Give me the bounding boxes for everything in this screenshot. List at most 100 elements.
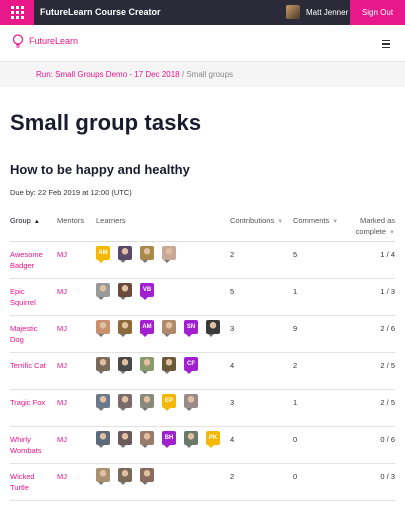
marked-complete-count: 0 / 6	[380, 435, 395, 444]
learner-avatar[interactable]	[184, 394, 198, 411]
logo[interactable]: FutureLearn	[12, 34, 78, 48]
learner-initials-avatar[interactable]: EP	[162, 394, 176, 411]
learner-avatar[interactable]	[140, 357, 154, 374]
learner-avatar[interactable]	[162, 320, 176, 337]
learner-avatar[interactable]	[118, 246, 132, 263]
learner-avatar[interactable]	[118, 431, 132, 448]
group-name-line: Whirly	[10, 435, 31, 444]
group-link[interactable]: Epic Squirrel	[10, 286, 54, 308]
learner-avatar[interactable]	[118, 468, 132, 485]
mentor-initials[interactable]: MJ	[57, 250, 67, 259]
table-row: Awesome Badger MJ AM 2 5 1 / 4	[10, 242, 395, 279]
comments-count: 2	[293, 361, 298, 370]
group-name-line: Dog	[10, 335, 24, 344]
learner-avatar[interactable]	[140, 468, 154, 485]
group-name-line: Turtle	[10, 483, 29, 492]
learner-avatar[interactable]	[96, 431, 110, 448]
column-header-comments[interactable]: Comments ▼	[293, 215, 338, 228]
contributions-count: 4	[230, 361, 235, 370]
user-menu[interactable]: Matt Jenner	[286, 5, 348, 19]
sign-out-button[interactable]: Sign Out	[350, 0, 405, 25]
table-row: Epic Squirrel MJ VB 5 1 1 / 3	[10, 279, 395, 316]
apps-grid-icon[interactable]	[0, 0, 34, 25]
learner-avatar[interactable]	[96, 394, 110, 411]
mentor-initials[interactable]: MJ	[57, 472, 67, 481]
sort-icon: ▼	[332, 219, 339, 225]
learner-avatar[interactable]	[118, 320, 132, 337]
mentor-initials[interactable]: MJ	[57, 398, 67, 407]
mentor-initials[interactable]: MJ	[57, 287, 67, 296]
group-name-line: Wicked	[10, 472, 35, 481]
learner-avatar[interactable]	[140, 431, 154, 448]
learner-avatar[interactable]	[118, 357, 132, 374]
sort-icon: ▼	[277, 219, 284, 225]
learner-avatar[interactable]	[140, 246, 154, 263]
learner-initials-avatar[interactable]: BH	[162, 431, 176, 448]
group-name-line: Terrific Cat	[10, 361, 46, 370]
comments-count: 0	[293, 472, 298, 481]
table-row: Majestic Dog MJ AM SN 3 9 2 / 6	[10, 316, 395, 353]
section-title: How to be happy and healthy	[10, 162, 190, 177]
marked-complete-count: 2 / 6	[380, 324, 395, 333]
top-bar: FutureLearn Course Creator Matt Jenner S…	[0, 0, 405, 25]
learner-avatar[interactable]	[162, 246, 176, 263]
group-link[interactable]: Whirly Wombats	[10, 434, 54, 456]
menu-icon[interactable]	[382, 40, 390, 48]
learner-avatar[interactable]	[96, 320, 110, 337]
mentor-initials[interactable]: MJ	[57, 361, 67, 370]
group-link[interactable]: Terrific Cat	[10, 360, 54, 371]
learners-list: CF	[96, 357, 206, 374]
learner-avatar[interactable]	[96, 283, 110, 300]
table-row: Tragic Fox MJ EP 3 1 2 / 5	[10, 390, 395, 427]
group-name-line: Badger	[10, 261, 35, 270]
column-header-contributions[interactable]: Contributions ▼	[230, 215, 283, 228]
contributions-count: 3	[230, 398, 235, 407]
table-row: Wicked Turtle MJ 2 0 0 / 3	[10, 464, 395, 501]
learner-avatar[interactable]	[184, 431, 198, 448]
learner-initials-avatar[interactable]: PK	[206, 431, 220, 448]
learner-avatar[interactable]	[96, 468, 110, 485]
learner-avatar[interactable]	[118, 283, 132, 300]
marked-complete-count: 1 / 4	[380, 250, 395, 259]
group-link[interactable]: Awesome Badger	[10, 249, 54, 271]
column-header-group[interactable]: Group ▲	[10, 215, 40, 228]
learners-list: AM SN	[96, 320, 228, 337]
column-header-marked[interactable]: Marked as complete ▼	[352, 215, 395, 239]
contributions-count: 3	[230, 324, 235, 333]
learners-list: BH PK	[96, 431, 228, 448]
mentor-initials[interactable]: MJ	[57, 324, 67, 333]
group-link[interactable]: Tragic Fox	[10, 397, 54, 408]
lightbulb-icon	[12, 34, 24, 48]
learner-avatar[interactable]	[206, 320, 220, 337]
column-header-contributions-label: Contributions	[230, 216, 275, 225]
user-name: Matt Jenner	[306, 7, 349, 17]
breadcrumb-run-link[interactable]: Run: Small Groups Demo - 17 Dec 2018	[36, 70, 180, 79]
sort-icon: ▼	[389, 230, 395, 236]
learner-initials-avatar[interactable]: SN	[184, 320, 198, 337]
group-name-line: Wombats	[10, 446, 42, 455]
contributions-count: 2	[230, 472, 235, 481]
comments-count: 1	[293, 398, 298, 407]
learner-avatar[interactable]	[96, 357, 110, 374]
group-link[interactable]: Wicked Turtle	[10, 471, 54, 493]
column-header-mentors: Mentors	[57, 216, 85, 225]
mentor-initials[interactable]: MJ	[57, 435, 67, 444]
avatar	[286, 5, 300, 19]
column-header-marked-label-1: Marked as	[359, 216, 395, 225]
learner-initials-avatar[interactable]: CF	[184, 357, 198, 374]
site-header: FutureLearn	[0, 25, 405, 62]
marked-complete-count: 0 / 3	[380, 472, 395, 481]
learner-initials-avatar[interactable]: AM	[96, 246, 110, 263]
learners-list	[96, 468, 162, 485]
comments-count: 5	[293, 250, 298, 259]
learner-initials-avatar[interactable]: AM	[140, 320, 154, 337]
group-link[interactable]: Majestic Dog	[10, 323, 54, 345]
column-header-comments-label: Comments	[293, 216, 330, 225]
marked-complete-count: 2 / 5	[380, 398, 395, 407]
contributions-count: 5	[230, 287, 235, 296]
learners-list: AM	[96, 246, 184, 263]
learner-initials-avatar[interactable]: VB	[140, 283, 154, 300]
learner-avatar[interactable]	[140, 394, 154, 411]
learner-avatar[interactable]	[118, 394, 132, 411]
learner-avatar[interactable]	[162, 357, 176, 374]
